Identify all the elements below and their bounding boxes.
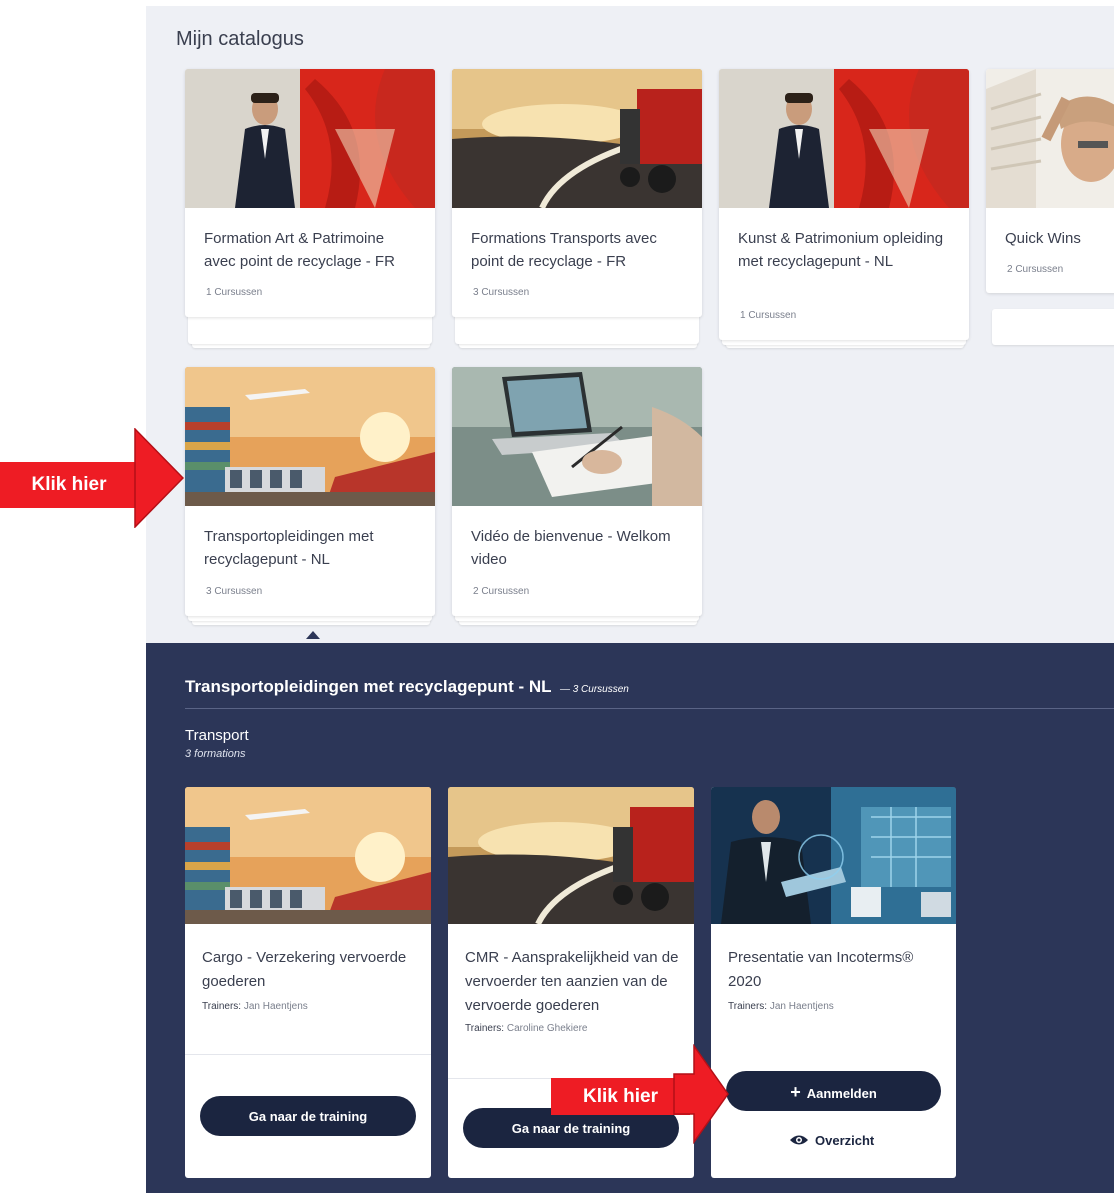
card-thumbnail <box>719 69 969 208</box>
detail-title: Transportopleidingen met recyclagepunt -… <box>185 677 629 697</box>
card-thumbnail <box>452 69 702 208</box>
catalog-card[interactable]: Formation Art & Patrimoine avec point de… <box>185 69 435 317</box>
trainers-label: Trainers: <box>202 1001 242 1012</box>
divider <box>185 1054 431 1055</box>
divider <box>185 708 1114 709</box>
detail-course-count-text: 3 Cursussen <box>572 684 629 695</box>
trainers-label: Trainers: <box>465 1023 505 1034</box>
catalog-title: Mijn catalogus <box>176 28 304 50</box>
course-card: Cargo - Verzekering vervoerde goederen T… <box>185 787 431 1178</box>
detail-course-count: — 3 Cursussen <box>559 684 629 695</box>
catalog-card[interactable]: Kunst & Patrimonium opleiding met recycl… <box>719 69 969 340</box>
arrow-right-icon <box>673 1044 729 1144</box>
trainer-name: Jan Haentjens <box>769 1001 834 1012</box>
enroll-button[interactable]: + Aanmelden <box>726 1071 941 1111</box>
card-stack-shadow <box>992 309 1114 345</box>
card-course-count: 3 Cursussen <box>473 287 530 298</box>
overview-label: Overzicht <box>815 1133 875 1148</box>
course-trainers: Trainers: Jan Haentjens <box>202 1001 308 1012</box>
course-thumbnail <box>711 787 956 924</box>
catalog-card-selected[interactable]: Transportopleidingen met recyclagepunt -… <box>185 367 435 616</box>
arrow-right-icon <box>134 428 184 528</box>
card-course-count: 2 Cursussen <box>473 586 530 597</box>
course-trainers: Trainers: Jan Haentjens <box>728 1001 834 1012</box>
card-title: Transportopleidingen met recyclagepunt -… <box>204 528 374 568</box>
card-title: Formation Art & Patrimoine avec point de… <box>204 230 395 270</box>
section-title: Transport <box>185 727 249 744</box>
enroll-button-label: Aanmelden <box>806 1086 877 1101</box>
selected-pointer-caret <box>306 631 320 639</box>
trainer-name: Caroline Ghekiere <box>506 1023 588 1034</box>
course-thumbnail <box>448 787 694 924</box>
course-title: Presentatie van Incoterms® 2020 <box>728 949 914 990</box>
course-title: CMR - Aansprakelijkheid van de vervoerde… <box>465 949 679 1014</box>
catalog-card[interactable]: Formations Transports avec point de recy… <box>452 69 702 317</box>
card-thumbnail <box>185 367 435 506</box>
catalog-card[interactable]: Vidéo de bienvenue - Welkom video 2 Curs… <box>452 367 702 616</box>
annotation-label-bottom: Klik hier <box>551 1078 690 1115</box>
catalog-card[interactable]: Quick Wins 2 Cursussen <box>986 69 1114 293</box>
course-card: CMR - Aansprakelijkheid van de vervoerde… <box>448 787 694 1178</box>
overview-link[interactable]: Overzicht <box>789 1133 874 1149</box>
card-title: Formations Transports avec point de recy… <box>471 230 657 270</box>
card-course-count: 1 Cursussen <box>740 310 797 321</box>
course-card: Presentatie van Incoterms® 2020 Trainers… <box>711 787 956 1178</box>
trainers-label: Trainers: <box>728 1001 768 1012</box>
card-title: Vidéo de bienvenue - Welkom video <box>471 528 671 568</box>
course-trainers: Trainers: Caroline Ghekiere <box>465 1023 587 1034</box>
card-thumbnail <box>986 69 1114 208</box>
section-subtitle: 3 formations <box>185 748 246 760</box>
card-course-count: 2 Cursussen <box>1007 264 1064 275</box>
annotation-label-left: Klik hier <box>0 462 138 508</box>
course-thumbnail <box>185 787 431 924</box>
card-title: Kunst & Patrimonium opleiding met recycl… <box>738 230 944 270</box>
trainer-name: Jan Haentjens <box>243 1001 308 1012</box>
card-thumbnail <box>452 367 702 506</box>
card-course-count: 3 Cursussen <box>206 586 263 597</box>
eye-icon <box>789 1134 809 1149</box>
card-thumbnail <box>185 69 435 208</box>
catalog-section: Mijn catalogus Formation Art & Patrimoin… <box>146 6 1114 643</box>
plus-icon: + <box>790 1082 801 1102</box>
detail-title-text: Transportopleidingen met recyclagepunt -… <box>185 677 552 696</box>
card-course-count: 1 Cursussen <box>206 287 263 298</box>
go-to-training-button[interactable]: Ga naar de training <box>200 1096 416 1136</box>
card-title: Quick Wins <box>1005 230 1081 247</box>
course-title: Cargo - Verzekering vervoerde goederen <box>202 949 407 990</box>
